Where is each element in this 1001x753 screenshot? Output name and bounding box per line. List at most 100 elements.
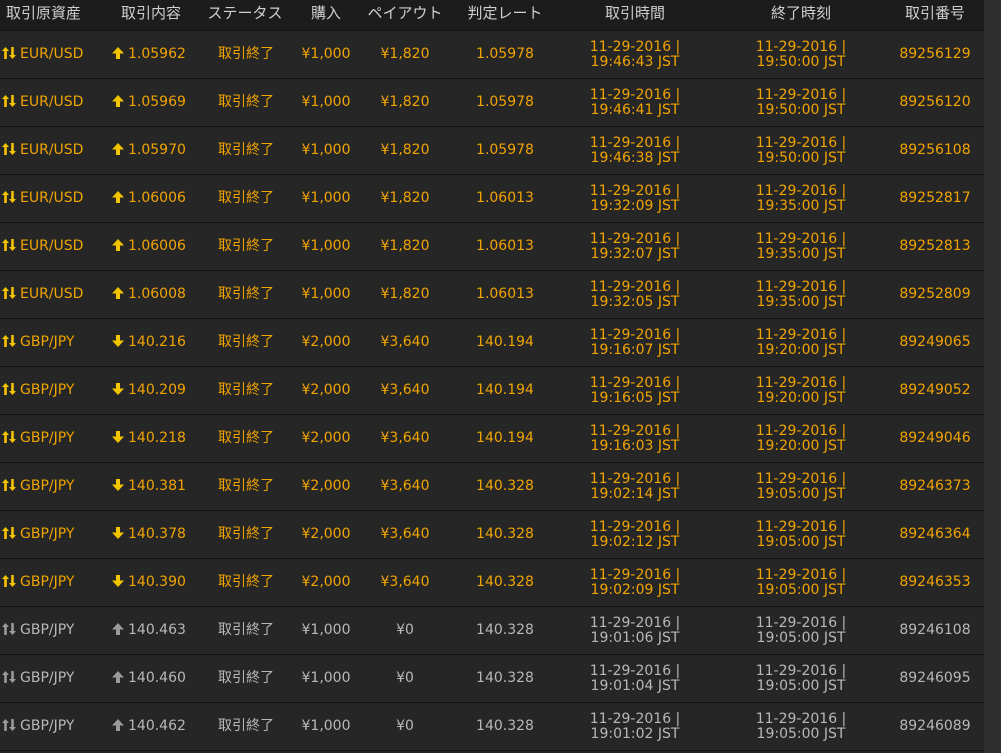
payout-amount: ¥3,640: [380, 526, 430, 542]
end-clock: 19:50:00 JST: [756, 102, 846, 118]
trade-clock: 19:16:05 JST: [590, 390, 680, 406]
header-end-time[interactable]: 終了時刻: [736, 0, 866, 30]
header-status[interactable]: ステータス: [200, 0, 290, 30]
payout-amount: ¥1,820: [380, 142, 430, 158]
arrow-up-icon: [112, 719, 124, 731]
table-row[interactable]: EUR/USD 1.06006 取引終了 ¥1,000 ¥1,820 1.06013 11-…: [0, 223, 984, 271]
asset-label: EUR/USD: [20, 238, 84, 254]
trade-clock: 19:16:03 JST: [590, 438, 680, 454]
trade-number: 89252813: [899, 238, 971, 254]
end-clock: 19:50:00 JST: [756, 150, 846, 166]
trade-number: 89249065: [899, 334, 971, 350]
trade-date: 11-29-2016 |: [589, 663, 681, 679]
header-buy[interactable]: 購入: [296, 0, 356, 30]
asset-label: GBP/JPY: [20, 526, 75, 542]
judgement-rate: 140.328: [476, 718, 534, 734]
trade-date: 11-29-2016 |: [589, 39, 681, 55]
trade-date: 11-29-2016 |: [589, 183, 681, 199]
status-text: 取引終了: [218, 286, 274, 302]
table-row[interactable]: GBP/JPY 140.460 取引終了 ¥1,000 ¥0 140.328 11-29-2…: [0, 655, 984, 703]
trade-clock: 19:46:38 JST: [590, 150, 680, 166]
swap-vertical-icon: [2, 383, 16, 395]
asset-label: GBP/JPY: [20, 718, 75, 734]
table-row[interactable]: GBP/JPY 140.378 取引終了 ¥2,000 ¥3,640 140.328 11-…: [0, 511, 984, 559]
status-text: 取引終了: [218, 382, 274, 398]
trade-date: 11-29-2016 |: [589, 615, 681, 631]
end-time: 11-29-2016 | 19:05:00 JST: [736, 511, 866, 558]
trade-history-panel: 取引原資産 取引内容 ステータス 購入 ペイアウト 判定レート 取引時間 終了時…: [0, 0, 1001, 753]
table-row[interactable]: EUR/USD 1.06008 取引終了 ¥1,000 ¥1,820 1.06013 11-…: [0, 271, 984, 319]
trade-date: 11-29-2016 |: [589, 471, 681, 487]
trade-time: 11-29-2016 | 19:02:14 JST: [570, 463, 700, 510]
table-row[interactable]: EUR/USD 1.05969 取引終了 ¥1,000 ¥1,820 1.05978 11-…: [0, 79, 984, 127]
table-row[interactable]: GBP/JPY 140.390 取引終了 ¥2,000 ¥3,640 140.328 11-…: [0, 559, 984, 607]
buy-amount: ¥1,000: [301, 94, 351, 110]
direction-cell: 1.06006: [112, 223, 202, 270]
table-row[interactable]: EUR/USD 1.06006 取引終了 ¥1,000 ¥1,820 1.06013 11-…: [0, 175, 984, 223]
trade-time: 11-29-2016 | 19:16:05 JST: [570, 367, 700, 414]
table-row[interactable]: GBP/JPY 140.209 取引終了 ¥2,000 ¥3,640 140.194 11-…: [0, 367, 984, 415]
header-trade-time[interactable]: 取引時間: [570, 0, 700, 30]
table-row[interactable]: GBP/JPY 140.216 取引終了 ¥2,000 ¥3,640 140.194 11-…: [0, 319, 984, 367]
table-row[interactable]: EUR/USD 1.05962 取引終了 ¥1,000 ¥1,820 1.05978 11-…: [0, 31, 984, 79]
header-rate[interactable]: 判定レート: [458, 0, 552, 30]
payout-amount: ¥3,640: [380, 382, 430, 398]
table-row[interactable]: GBP/JPY 140.218 取引終了 ¥2,000 ¥3,640 140.194 11-…: [0, 415, 984, 463]
trade-number: 89246373: [899, 478, 971, 494]
judgement-rate: 140.328: [476, 574, 534, 590]
table-row[interactable]: GBP/JPY 140.381 取引終了 ¥2,000 ¥3,640 140.328 11-…: [0, 463, 984, 511]
entry-rate: 140.462: [128, 718, 186, 734]
trade-clock: 19:46:41 JST: [590, 102, 680, 118]
trade-time: 11-29-2016 | 19:01:06 JST: [570, 607, 700, 654]
table-row[interactable]: GBP/JPY 140.462 取引終了 ¥1,000 ¥0 140.328 11-29-2…: [0, 703, 984, 751]
asset-label: GBP/JPY: [20, 382, 75, 398]
trade-time: 11-29-2016 | 19:01:04 JST: [570, 655, 700, 702]
asset-label: GBP/JPY: [20, 622, 75, 638]
vertical-scrollbar[interactable]: [984, 0, 1001, 753]
header-trade-no[interactable]: 取引番号: [890, 0, 980, 30]
end-date: 11-29-2016 |: [755, 231, 847, 247]
entry-rate: 1.06006: [128, 238, 186, 254]
judgement-rate: 140.328: [476, 670, 534, 686]
swap-vertical-icon: [2, 431, 16, 443]
table-row[interactable]: GBP/JPY 140.463 取引終了 ¥1,000 ¥0 140.328 11-29-2…: [0, 607, 984, 655]
trade-time: 11-29-2016 | 19:32:05 JST: [570, 271, 700, 318]
trade-clock: 19:32:09 JST: [590, 198, 680, 214]
asset-label: EUR/USD: [20, 142, 84, 158]
entry-rate: 140.463: [128, 622, 186, 638]
end-date: 11-29-2016 |: [755, 87, 847, 103]
asset-cell: EUR/USD: [2, 127, 102, 174]
status-text: 取引終了: [218, 430, 274, 446]
status-text: 取引終了: [218, 478, 274, 494]
arrow-up-icon: [112, 239, 124, 251]
direction-cell: 1.05962: [112, 31, 202, 78]
trade-clock: 19:02:14 JST: [590, 486, 680, 502]
header-payout[interactable]: ペイアウト: [360, 0, 450, 30]
swap-vertical-icon: [2, 143, 16, 155]
header-direction[interactable]: 取引内容: [106, 0, 196, 30]
payout-amount: ¥0: [396, 718, 414, 734]
end-clock: 19:50:00 JST: [756, 54, 846, 70]
asset-cell: EUR/USD: [2, 223, 102, 270]
payout-amount: ¥0: [396, 622, 414, 638]
end-date: 11-29-2016 |: [755, 711, 847, 727]
buy-amount: ¥2,000: [301, 334, 351, 350]
payout-amount: ¥1,820: [380, 238, 430, 254]
trade-date: 11-29-2016 |: [589, 423, 681, 439]
arrow-up-icon: [112, 287, 124, 299]
end-clock: 19:20:00 JST: [756, 438, 846, 454]
asset-cell: GBP/JPY: [2, 319, 102, 366]
arrow-down-icon: [112, 575, 124, 587]
direction-cell: 1.05970: [112, 127, 202, 174]
trade-date: 11-29-2016 |: [589, 519, 681, 535]
header-asset[interactable]: 取引原資産: [0, 0, 106, 30]
end-time: 11-29-2016 | 19:35:00 JST: [736, 271, 866, 318]
end-date: 11-29-2016 |: [755, 423, 847, 439]
end-time: 11-29-2016 | 19:35:00 JST: [736, 175, 866, 222]
table-row[interactable]: EUR/USD 1.05970 取引終了 ¥1,000 ¥1,820 1.05978 11-…: [0, 127, 984, 175]
entry-rate: 140.460: [128, 670, 186, 686]
table-header: 取引原資産 取引内容 ステータス 購入 ペイアウト 判定レート 取引時間 終了時…: [0, 0, 984, 31]
arrow-up-icon: [112, 95, 124, 107]
end-date: 11-29-2016 |: [755, 39, 847, 55]
end-date: 11-29-2016 |: [755, 663, 847, 679]
